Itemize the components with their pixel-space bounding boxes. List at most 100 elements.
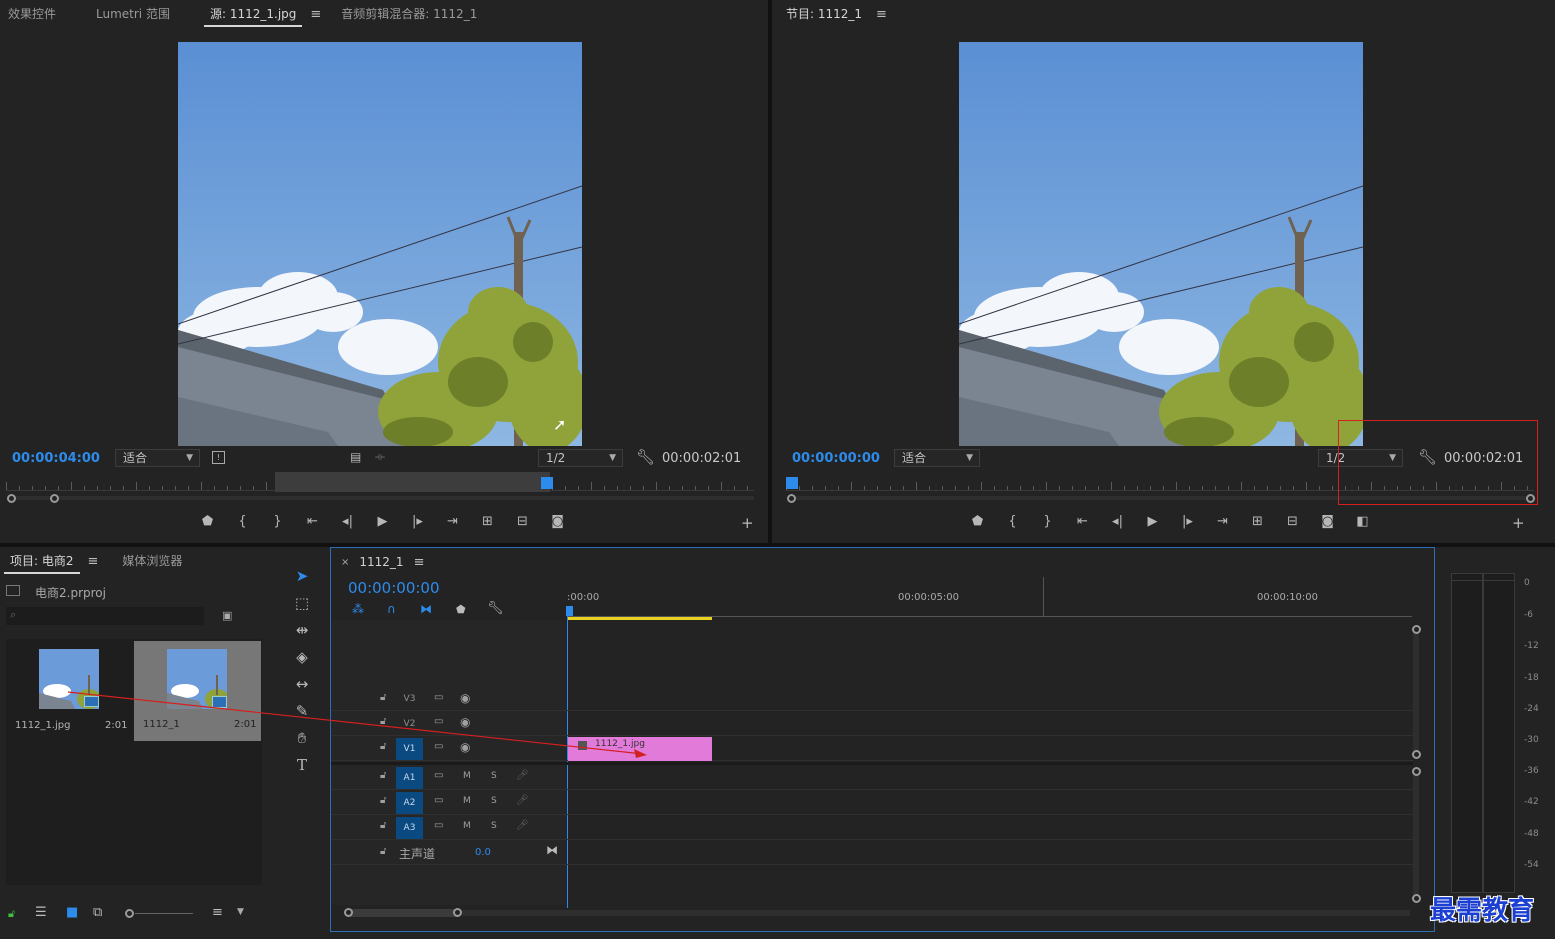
mute-button[interactable]: M bbox=[463, 821, 471, 831]
toggle-sync-lock-icon[interactable]: ▭ bbox=[434, 795, 443, 806]
source-zoom-handle-right[interactable] bbox=[50, 494, 59, 503]
source-fit-dropdown[interactable]: 适合 ▼ bbox=[115, 449, 200, 467]
toggle-sync-lock-icon[interactable]: ▭ bbox=[434, 716, 443, 727]
microphone-icon[interactable]: 🎤︎ bbox=[516, 795, 529, 806]
overwrite-icon[interactable]: ⊟ bbox=[505, 514, 540, 529]
eye-icon[interactable]: ◉ bbox=[460, 715, 470, 729]
track-label-v3[interactable]: V3 bbox=[396, 688, 423, 710]
mark-in-icon[interactable]: { bbox=[225, 514, 260, 529]
microphone-icon[interactable]: 🎤︎ bbox=[516, 770, 529, 781]
lock-icon[interactable]: 🔓︎ bbox=[380, 846, 386, 857]
drag-video-icon[interactable]: ▤ bbox=[350, 450, 361, 464]
solo-button[interactable]: S bbox=[491, 771, 497, 781]
eye-icon[interactable]: ◉ bbox=[460, 691, 470, 705]
snap-icon[interactable]: ∩ bbox=[387, 602, 396, 616]
program-zoom-handle-left[interactable] bbox=[787, 494, 796, 503]
new-bin-from-search-icon[interactable]: ▣ bbox=[222, 609, 232, 622]
list-view-icon[interactable]: ☰ bbox=[35, 905, 47, 920]
track-label-a1[interactable]: A1 bbox=[396, 767, 423, 789]
add-marker-icon[interactable]: ⬟ bbox=[190, 514, 225, 529]
play-icon[interactable]: ▶ bbox=[365, 514, 400, 529]
toggle-sync-lock-icon[interactable]: ▭ bbox=[434, 741, 443, 752]
panel-menu-icon[interactable]: ≡ bbox=[310, 7, 321, 22]
timeline-timecode[interactable]: 00:00:00:00 bbox=[348, 579, 440, 597]
icon-view-icon[interactable]: ■ bbox=[66, 905, 78, 920]
go-to-out-icon[interactable]: ⇥ bbox=[1205, 514, 1240, 529]
linked-selection-icon[interactable]: ⧓ bbox=[420, 602, 432, 616]
pen-tool-icon[interactable]: ✎ bbox=[290, 700, 314, 722]
project-search-input[interactable]: ⌕ bbox=[6, 607, 204, 625]
source-resolution-dropdown[interactable]: 1/2 ▼ bbox=[538, 449, 623, 467]
tab-source[interactable]: 源: 1112_1.jpg bbox=[203, 1, 303, 27]
toggle-sync-lock-icon[interactable]: ▭ bbox=[434, 820, 443, 831]
program-playhead[interactable] bbox=[786, 477, 798, 489]
close-icon[interactable]: × bbox=[341, 557, 349, 568]
timeline-hscroll-thumb[interactable] bbox=[350, 909, 458, 917]
add-marker-icon[interactable]: ⬟ bbox=[960, 514, 995, 529]
go-to-in-icon[interactable]: ⇤ bbox=[1065, 514, 1100, 529]
export-frame-icon[interactable]: ◙ bbox=[540, 514, 575, 529]
selection-tool-icon[interactable]: ➤ bbox=[290, 565, 314, 587]
mark-out-icon[interactable]: } bbox=[260, 514, 295, 529]
project-item-sequence[interactable]: 1112_1 2:01 bbox=[134, 641, 261, 741]
slip-tool-icon[interactable]: ↔ bbox=[290, 673, 314, 695]
tab-effect-controls[interactable]: 效果控件 bbox=[2, 0, 62, 28]
insert-icon[interactable]: ⊞ bbox=[470, 514, 505, 529]
play-icon[interactable]: ▶ bbox=[1135, 514, 1170, 529]
track-label-a2[interactable]: A2 bbox=[396, 792, 423, 814]
solo-button[interactable]: S bbox=[491, 796, 497, 806]
add-marker-icon[interactable]: ⬟ bbox=[456, 603, 466, 616]
go-to-in-out-icon[interactable]: ⧓ bbox=[546, 843, 558, 857]
vscroll-handle-top[interactable] bbox=[1412, 625, 1421, 634]
hscroll-handle-left[interactable] bbox=[344, 908, 353, 917]
panel-menu-icon[interactable]: ≡ bbox=[414, 555, 425, 570]
timeline-hscroll[interactable] bbox=[348, 910, 1410, 916]
lock-icon[interactable]: 🔓︎ bbox=[380, 692, 386, 703]
timeline-vscroll-video[interactable] bbox=[1413, 630, 1419, 755]
eye-icon[interactable]: ◉ bbox=[460, 740, 470, 754]
source-zoom-bar[interactable] bbox=[8, 496, 754, 500]
razor-tool-icon[interactable]: ◈ bbox=[290, 646, 314, 668]
lock-icon[interactable]: 🔓︎ bbox=[380, 795, 386, 806]
vscroll-handle-top[interactable] bbox=[1412, 767, 1421, 776]
go-to-in-icon[interactable]: ⇤ bbox=[295, 514, 330, 529]
timeline-vscroll-audio[interactable] bbox=[1413, 772, 1419, 897]
tab-media-browser[interactable]: 媒体浏览器 bbox=[116, 547, 188, 575]
zoom-slider-track[interactable] bbox=[135, 913, 193, 914]
zoom-slider-handle[interactable] bbox=[125, 909, 134, 918]
tab-project[interactable]: 项目: 电商2 bbox=[4, 548, 80, 574]
source-current-timecode[interactable]: 00:00:04:00 bbox=[12, 451, 100, 466]
track-label-v1[interactable]: V1 bbox=[396, 738, 423, 760]
mark-out-icon[interactable]: } bbox=[1030, 514, 1065, 529]
step-back-icon[interactable]: ◂| bbox=[1100, 514, 1135, 529]
microphone-icon[interactable]: 🎤︎ bbox=[516, 820, 529, 831]
lift-icon[interactable]: ⊞ bbox=[1240, 514, 1275, 529]
tab-lumetri-scopes[interactable]: Lumetri 范围 bbox=[90, 0, 176, 28]
lock-icon[interactable]: 🔓︎ bbox=[380, 716, 386, 727]
source-settings-icon[interactable]: ! bbox=[212, 451, 225, 464]
toggle-sync-lock-icon[interactable]: ▭ bbox=[434, 770, 443, 781]
timeline-settings-wrench-icon[interactable]: 🔧︎ bbox=[487, 601, 504, 616]
lock-icon[interactable]: 🔓︎ bbox=[8, 907, 15, 921]
extract-icon[interactable]: ⊟ bbox=[1275, 514, 1310, 529]
track-label-a3[interactable]: A3 bbox=[396, 817, 423, 839]
source-in-out-range[interactable] bbox=[275, 472, 550, 492]
step-forward-icon[interactable]: |▸ bbox=[400, 514, 435, 529]
lock-icon[interactable]: 🔓︎ bbox=[380, 741, 386, 752]
ripple-edit-tool-icon[interactable]: ⇹ bbox=[290, 619, 314, 641]
go-to-out-icon[interactable]: ⇥ bbox=[435, 514, 470, 529]
program-fit-dropdown[interactable]: 适合 ▼ bbox=[894, 449, 980, 467]
mute-button[interactable]: M bbox=[463, 796, 471, 806]
source-playhead[interactable] bbox=[541, 477, 553, 489]
track-label-v2[interactable]: V2 bbox=[396, 713, 423, 735]
program-current-timecode[interactable]: 00:00:00:00 bbox=[792, 451, 880, 466]
project-item-image[interactable]: 1112_1.jpg 2:01 bbox=[8, 641, 132, 741]
mute-button[interactable]: M bbox=[463, 771, 471, 781]
timeline-playhead-head[interactable] bbox=[566, 606, 573, 616]
master-volume-value[interactable]: 0.0 bbox=[475, 847, 491, 858]
lock-icon[interactable]: 🔓︎ bbox=[380, 770, 386, 781]
type-tool-icon[interactable]: T bbox=[290, 754, 314, 776]
hscroll-handle-right[interactable] bbox=[453, 908, 462, 917]
add-button-icon[interactable]: + bbox=[741, 514, 754, 532]
export-frame-icon[interactable]: ◙ bbox=[1310, 514, 1345, 529]
